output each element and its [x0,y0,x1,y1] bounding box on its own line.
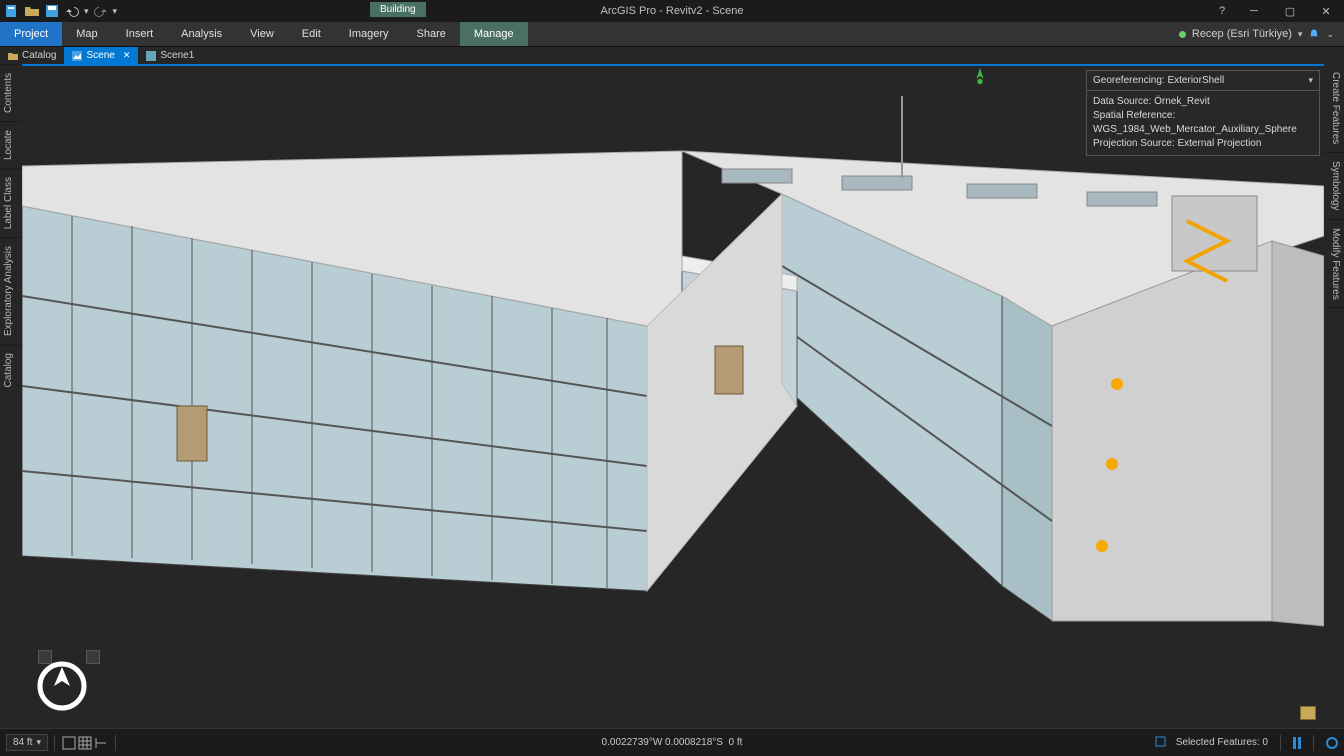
sidebar-symbology[interactable]: Symbology [1324,153,1344,219]
sidebar-label-class[interactable]: Label Class [0,168,22,237]
tab-insert[interactable]: Insert [112,22,168,46]
title-bar: ▾ ▾ Building ArcGIS Pro - Revitv2 - Scen… [0,0,1344,22]
coordinate-readout: 0.0022739°W 0.0008218°S 0 ft [602,737,743,748]
redo-icon[interactable] [93,3,109,19]
left-collapsed-panels: Contents Locate Label Class Exploratory … [0,64,22,728]
info-data-source: Data Source: Örnek_Revit [1093,95,1313,109]
tab-share[interactable]: Share [403,22,460,46]
viewport-button-b[interactable] [86,650,100,664]
navigation-compass[interactable] [36,660,88,712]
tab-imagery[interactable]: Imagery [335,22,403,46]
scene-icon [146,51,156,61]
view-tab-catalog[interactable]: Catalog [0,47,64,64]
open-project-icon[interactable] [24,3,40,19]
scene-viewport[interactable]: Georeferencing: ExteriorShell ▾ Data Sou… [22,64,1324,728]
scale-value: 84 ft [13,737,32,748]
redo-dropdown-icon[interactable]: ▾ [113,6,118,17]
view-tab-scene-close-icon[interactable]: ✕ [123,50,131,61]
refresh-drawing-icon[interactable] [1326,737,1338,749]
tab-project[interactable]: Project [0,22,62,46]
user-status: Recep (Esri Türkiye) ▾ ⌄ [1179,22,1344,46]
view-tab-scene-label: Scene [86,50,114,61]
grid-icon[interactable] [77,735,93,751]
scale-selector[interactable]: 84 ft ▾ [6,734,48,751]
tab-view[interactable]: View [236,22,288,46]
user-name[interactable]: Recep (Esri Türkiye) [1192,28,1292,40]
tab-analysis[interactable]: Analysis [167,22,236,46]
north-marker-icon[interactable] [972,68,988,89]
minimize-icon[interactable]: ─ [1236,0,1272,22]
close-icon[interactable]: ✕ [1308,0,1344,22]
info-projection-source: Projection Source: External Projection [1093,137,1313,151]
view-tab-scene1-label: Scene1 [160,50,194,61]
view-tabs: Catalog Scene ✕ Scene1 [0,46,1344,64]
ribbon-collapse-icon[interactable]: ⌄ [1326,29,1334,40]
new-project-icon[interactable] [4,3,20,19]
undo-dropdown-icon[interactable]: ▾ [84,6,89,17]
undo-icon[interactable] [64,3,80,19]
georeferencing-info-panel: Georeferencing: ExteriorShell ▾ Data Sou… [1086,70,1320,156]
info-spatial-ref: Spatial Reference: WGS_1984_Web_Mercator… [1093,109,1313,137]
maximize-icon[interactable]: ▢ [1272,0,1308,22]
view-tab-catalog-label: Catalog [22,50,56,61]
view-tab-scene[interactable]: Scene ✕ [64,47,138,64]
info-panel-title: Georeferencing: ExteriorShell [1093,75,1224,86]
sidebar-contents[interactable]: Contents [0,64,22,121]
tab-manage[interactable]: Manage [460,22,528,46]
sidebar-locate[interactable]: Locate [0,121,22,168]
sidebar-catalog[interactable]: Catalog [0,344,22,395]
building-model [22,66,1324,728]
catalog-folder-icon[interactable] [1300,706,1316,720]
tab-map[interactable]: Map [62,22,111,46]
scene-icon [72,51,82,61]
selection-icon[interactable] [1154,735,1170,751]
folder-icon [8,51,18,61]
user-dropdown-icon[interactable]: ▾ [1298,29,1303,40]
right-collapsed-panels: Create Features Symbology Modify Feature… [1324,64,1344,728]
view-tab-scene1[interactable]: Scene1 [138,47,202,64]
save-icon[interactable] [44,3,60,19]
selected-features-label: Selected Features: 0 [1176,737,1268,748]
notifications-icon[interactable] [1308,28,1320,40]
info-panel-collapse-icon[interactable]: ▾ [1308,75,1313,86]
sidebar-exploratory-analysis[interactable]: Exploratory Analysis [0,237,22,344]
help-icon[interactable]: ? [1208,0,1236,22]
ribbon: Project Map Insert Analysis View Edit Im… [0,22,1344,46]
sidebar-modify-features[interactable]: Modify Features [1324,220,1344,309]
scale-dropdown-icon[interactable]: ▾ [36,737,41,748]
pause-drawing-icon[interactable] [1293,737,1301,749]
status-bar: 84 ft ▾ 0.0022739°W 0.0008218°S 0 ft Sel… [0,728,1344,756]
constraint-icon[interactable] [93,735,109,751]
status-dot-icon [1179,31,1186,38]
sidebar-create-features[interactable]: Create Features [1324,64,1344,153]
snapping-icon[interactable] [61,735,77,751]
context-tab-building: Building [370,2,426,17]
app-title: ArcGIS Pro - Revitv2 - Scene [600,5,743,17]
tab-edit[interactable]: Edit [288,22,335,46]
